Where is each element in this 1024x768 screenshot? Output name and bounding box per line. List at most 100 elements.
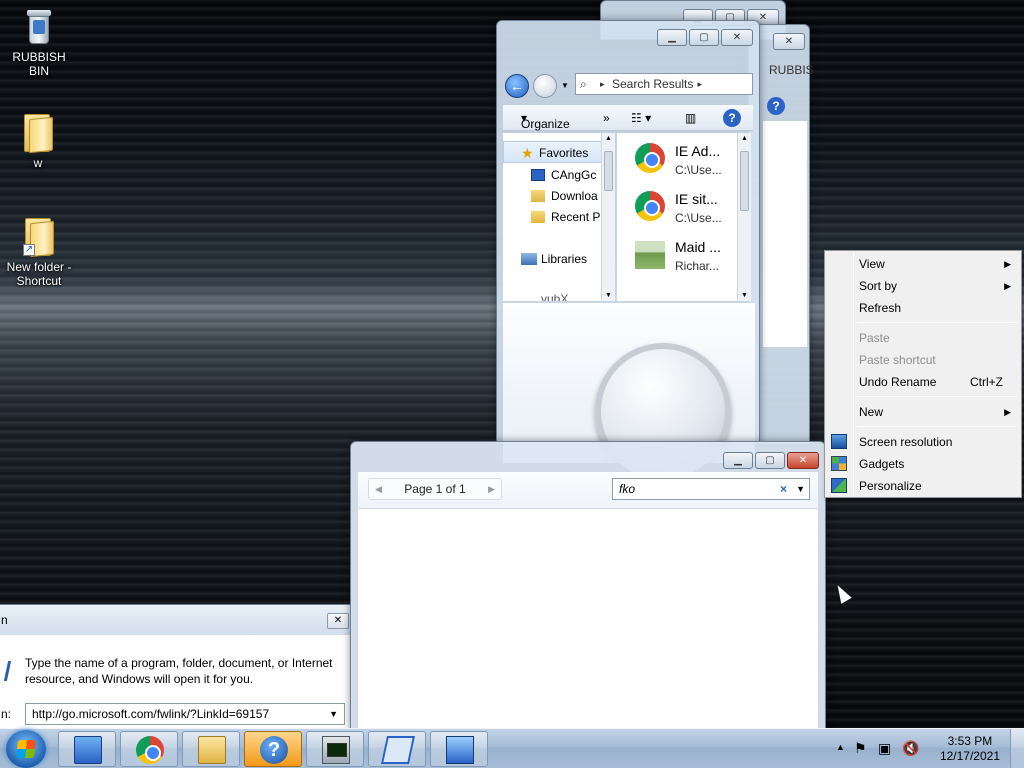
control-panel-icon: [74, 736, 102, 764]
menu-item-paste: Paste: [859, 331, 890, 345]
display-icon: [446, 736, 474, 764]
taskbar-button-control-panel[interactable]: [58, 731, 116, 767]
run-icon: [0, 661, 12, 681]
desktop-icon-label: w: [33, 156, 43, 170]
volume-muted-icon[interactable]: 🔇: [902, 740, 919, 757]
file-name: IE Ad...: [675, 143, 721, 159]
chrome-icon: [635, 191, 665, 221]
shortcut-key: Ctrl+Z: [970, 375, 1003, 389]
more-commands-button[interactable]: »: [603, 111, 610, 125]
chrome-icon: [635, 143, 665, 173]
back-arrow-icon[interactable]: ←: [505, 74, 529, 98]
help-icon: ?: [260, 736, 288, 764]
organize-button[interactable]: Organize ▾: [521, 111, 570, 131]
nav-item-recent-places[interactable]: Recent P: [551, 210, 601, 224]
close-button[interactable]: ✕: [327, 613, 349, 629]
submenu-arrow-icon: ▶: [1004, 281, 1011, 291]
maximize-button[interactable]: ▢: [689, 29, 719, 46]
file-path: Richar...: [675, 259, 720, 273]
taskbar-button-help[interactable]: ?: [244, 731, 302, 767]
forward-arrow-icon[interactable]: [533, 74, 557, 98]
taskbar-button-display[interactable]: [430, 731, 488, 767]
downloads-folder-icon: [531, 190, 545, 202]
action-center-flag-icon[interactable]: ⚑: [854, 740, 867, 757]
start-button[interactable]: [6, 730, 46, 768]
show-hidden-icons-icon[interactable]: ▲: [836, 742, 845, 752]
command-bar: Organize ▾ » ☷ ▾ ▥ ?: [503, 105, 753, 131]
network-icon[interactable]: ▣: [878, 740, 891, 757]
clock-date: 12/17/2021: [939, 749, 1000, 763]
taskbar-button-explorer[interactable]: [182, 731, 240, 767]
run-command-value: http://go.microsoft.com/fwlink/?LinkId=6…: [32, 707, 270, 721]
list-item[interactable]: Maid ... Richar...: [635, 235, 745, 279]
menu-item-undo-rename[interactable]: Undo Rename Ctrl+Z: [827, 371, 1019, 393]
menu-item-refresh[interactable]: Refresh: [827, 297, 1019, 319]
explorer-folder-icon: [198, 736, 226, 764]
recent-places-icon: [531, 211, 545, 223]
personalize-icon: [831, 478, 847, 493]
menu-item-screen-resolution[interactable]: Screen resolution: [827, 431, 1019, 453]
close-button[interactable]: ✕: [787, 452, 819, 469]
minimize-button[interactable]: ▁: [657, 29, 687, 46]
menu-item-view[interactable]: View ▶: [827, 253, 1019, 275]
run-dialog[interactable]: n ✕ Type the name of a program, folder, …: [0, 604, 352, 730]
address-bar[interactable]: ⌕ ▸ Search Results ▸: [575, 73, 753, 95]
chevron-down-icon[interactable]: ▼: [796, 479, 805, 499]
desktop-icon-rubbish-bin[interactable]: RUBBISH BIN: [1, 6, 77, 78]
run-dialog-title: n: [1, 613, 8, 627]
clock[interactable]: 3:53 PM 12/17/2021: [940, 734, 1000, 764]
desktop-icon-label: New folder - Shortcut: [6, 260, 72, 288]
folder-shortcut-icon: ↗: [23, 214, 55, 258]
explorer-window[interactable]: ▁ ▢ ✕ ← ▼ ⌕ ▸ Search Results ▸ Organize …: [496, 20, 760, 479]
run-command-input[interactable]: http://go.microsoft.com/fwlink/?LinkId=6…: [25, 703, 345, 725]
navigation-scrollbar[interactable]: ▲ ▼: [601, 133, 615, 301]
nav-item-partial[interactable]: vubX: [541, 292, 568, 301]
taskbar-button-task-manager[interactable]: [306, 731, 364, 767]
task-manager-icon: [322, 736, 350, 764]
close-button[interactable]: ✕: [721, 29, 753, 46]
previous-page-icon[interactable]: ◀: [375, 479, 382, 499]
nav-libraries[interactable]: Libraries: [541, 252, 587, 266]
nav-item-downloads[interactable]: Downloa: [551, 189, 601, 203]
gadgets-icon: [831, 456, 847, 471]
desktop-icon-new-folder-shortcut[interactable]: ↗ New folder - Shortcut: [0, 214, 78, 288]
menu-item-sort-by[interactable]: Sort by ▶: [827, 275, 1019, 297]
file-list-scrollbar[interactable]: ▲ ▼: [737, 133, 751, 301]
menu-item-new[interactable]: New ▶: [827, 401, 1019, 423]
file-path: C:\Use...: [675, 163, 722, 177]
find-input[interactable]: fko × ▼: [612, 478, 810, 500]
list-item[interactable]: IE Ad... C:\Use...: [635, 139, 745, 183]
list-item[interactable]: IE sit... C:\Use...: [635, 187, 745, 231]
taskbar-button-window[interactable]: [368, 731, 426, 767]
run-dialog-titlebar: n ✕: [0, 605, 351, 635]
desktop-icon-label: RUBBISH BIN: [12, 50, 66, 78]
menu-item-personalize[interactable]: Personalize: [827, 475, 1019, 497]
file-name: IE sit...: [675, 191, 718, 207]
taskbar-button-chrome[interactable]: [120, 731, 178, 767]
next-page-icon[interactable]: ▶: [488, 479, 495, 499]
preview-pane-icon[interactable]: ▥: [685, 111, 696, 125]
chrome-icon: [136, 736, 164, 764]
help-icon[interactable]: ?: [723, 109, 741, 127]
show-desktop-button[interactable]: [1010, 729, 1024, 768]
address-fragment: RUBBIS: [769, 63, 814, 77]
menu-item-gadgets[interactable]: Gadgets: [827, 453, 1019, 475]
nav-favorites[interactable]: Favorites: [539, 146, 588, 160]
recent-pages-dropdown[interactable]: ▼: [561, 81, 569, 90]
navigation-pane: ★ Favorites CAngGc Downloa Recent P Libr…: [503, 133, 613, 301]
maximize-button[interactable]: ▢: [755, 452, 785, 469]
viewer-content: [358, 508, 818, 728]
views-icon[interactable]: ☷ ▾: [631, 111, 651, 125]
file-path: C:\Use...: [675, 211, 722, 225]
viewer-toolbar: ◀ Page 1 of 1 ▶ fko × ▼: [358, 472, 818, 508]
desktop-icon-w[interactable]: w: [0, 110, 76, 170]
clear-icon[interactable]: ×: [780, 479, 787, 499]
window-icon: [381, 736, 415, 764]
help-icon[interactable]: ?: [767, 97, 785, 115]
page-indicator: Page 1 of 1: [404, 482, 466, 496]
nav-item-canggc[interactable]: CAngGc: [551, 168, 601, 182]
close-button[interactable]: ✕: [773, 33, 805, 50]
chevron-down-icon[interactable]: ▼: [329, 704, 338, 724]
open-label: n:: [1, 707, 12, 721]
minimize-button[interactable]: ▁: [723, 452, 753, 469]
